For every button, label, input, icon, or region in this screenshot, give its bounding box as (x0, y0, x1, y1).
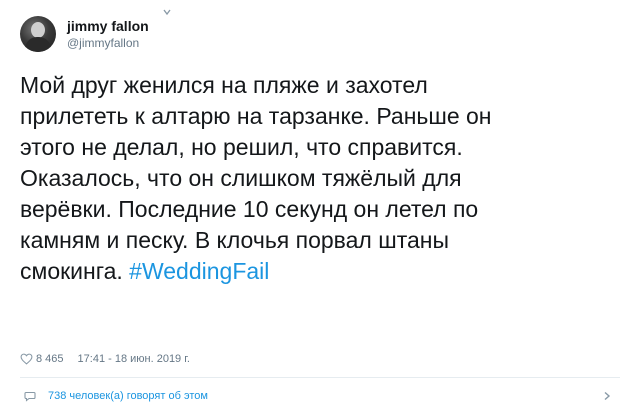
tweet-text-line: этого не делал, но решил, что справится. (20, 134, 463, 160)
tweet-header: jimmy fallon @jimmyfallon (20, 12, 149, 56)
tweet-text-line: верёвки. Последние 10 секунд он летел по (20, 196, 479, 222)
author-display-name[interactable]: jimmy fallon (67, 17, 149, 35)
divider (20, 377, 620, 378)
tweet-text-line: Оказалось, что он слишком тяжёлый для (20, 165, 462, 191)
heart-icon[interactable] (20, 353, 33, 365)
tweet-text: Мой друг женился на пляже и захотел прил… (20, 70, 620, 287)
like-count[interactable]: 8 465 (36, 353, 64, 365)
tweet-card: jimmy fallon @jimmyfallon Мой друг женил… (0, 0, 640, 416)
tweet-text-last-words: смокинга. (20, 258, 123, 284)
caret-down-icon[interactable] (163, 8, 171, 16)
tweet-text-line: прилететь к алтарю на тарзанке. Раньше о… (20, 103, 492, 129)
chevron-right-icon[interactable] (602, 391, 612, 401)
avatar[interactable] (20, 16, 56, 52)
author-names: jimmy fallon @jimmyfallon (67, 17, 149, 51)
avatar-head (31, 22, 45, 38)
conversation-count-text: 738 человек(а) говорят об этом (48, 390, 208, 402)
tweet-meta: 8 465 17:41 - 18 июн. 2019 г. (20, 351, 190, 367)
avatar-body (25, 37, 51, 52)
hashtag-link[interactable]: #WeddingFail (129, 258, 269, 284)
tweet-text-last-line: смокинга. #WeddingFail (20, 256, 620, 287)
conversation-link[interactable]: 738 человек(а) говорят об этом (20, 387, 208, 405)
speech-bubble-icon (24, 391, 36, 402)
tweet-text-line: Мой друг женился на пляже и захотел (20, 72, 428, 98)
tweet-text-line: камням и песку. В клочья порвал штаны (20, 227, 449, 253)
author-handle[interactable]: @jimmyfallon (67, 35, 149, 51)
tweet-timestamp[interactable]: 17:41 - 18 июн. 2019 г. (78, 353, 190, 365)
